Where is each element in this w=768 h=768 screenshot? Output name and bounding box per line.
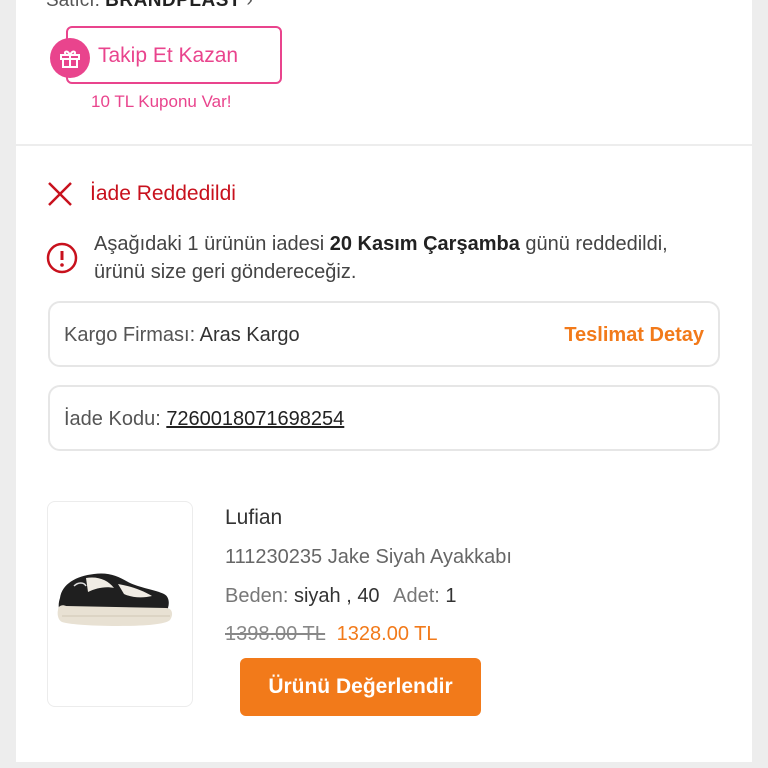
seller-line[interactable]: Satıcı: BRANDPLAST › <box>46 0 253 12</box>
return-code-info: İade Kodu: 7260018071698254 <box>64 408 344 431</box>
quantity-value: 1 <box>445 585 457 607</box>
rate-product-button[interactable]: Ürünü Değerlendir <box>240 658 481 716</box>
product-attributes: Beden: siyah , 40 Adet: 1 <box>225 585 457 608</box>
seller-card: Satıcı: BRANDPLAST › Takip Et Kazan 10 T… <box>16 0 752 144</box>
return-status-row: İade Reddedildi <box>46 180 236 208</box>
product-prices: 1398.00 TL 1328.00 TL <box>225 623 438 646</box>
message-prefix: Aşağıdaki 1 ürünün iadesi <box>94 233 330 255</box>
chevron-right-icon: › <box>246 0 253 11</box>
cargo-company: Aras Kargo <box>199 324 300 346</box>
close-icon <box>48 182 72 206</box>
follow-and-earn-button[interactable]: Takip Et Kazan <box>50 26 282 84</box>
product-image[interactable] <box>47 501 193 707</box>
seller-name[interactable]: BRANDPLAST <box>105 0 241 11</box>
sneaker-image <box>57 573 173 626</box>
cargo-label: Kargo Firması: <box>64 324 196 346</box>
size-label: Beden: <box>225 585 289 607</box>
cargo-info: Kargo Firması: Aras Kargo <box>64 324 300 347</box>
return-code-box: İade Kodu: 7260018071698254 <box>48 385 720 451</box>
return-card: İade Reddedildi Aşağıdaki 1 ürünün iades… <box>16 146 752 762</box>
return-code-label: İade Kodu: <box>64 408 161 430</box>
cargo-box: Kargo Firması: Aras Kargo Teslimat Detay <box>48 301 720 367</box>
return-status-title: İade Reddedildi <box>90 182 236 205</box>
product-brand: Lufian <box>225 506 283 529</box>
old-price: 1398.00 TL <box>225 623 326 645</box>
gift-icon <box>50 38 90 78</box>
rejection-message: Aşağıdaki 1 ürünün iadesi 20 Kasım Çarşa… <box>94 230 714 286</box>
product-name[interactable]: 111230235 Jake Siyah Ayakkabı <box>225 546 512 569</box>
size-value: siyah , 40 <box>293 585 380 607</box>
quantity-label: Adet: <box>393 585 440 607</box>
delivery-detail-link[interactable]: Teslimat Detay <box>564 324 704 347</box>
seller-label: Satıcı: <box>46 0 100 11</box>
new-price: 1328.00 TL <box>336 623 438 645</box>
return-code-value[interactable]: 7260018071698254 <box>166 408 344 430</box>
follow-button-label: Takip Et Kazan <box>98 44 239 67</box>
info-icon <box>46 242 78 274</box>
rejection-date: 20 Kasım Çarşamba <box>329 233 520 255</box>
coupon-note: 10 TL Kuponu Var! <box>91 92 232 111</box>
